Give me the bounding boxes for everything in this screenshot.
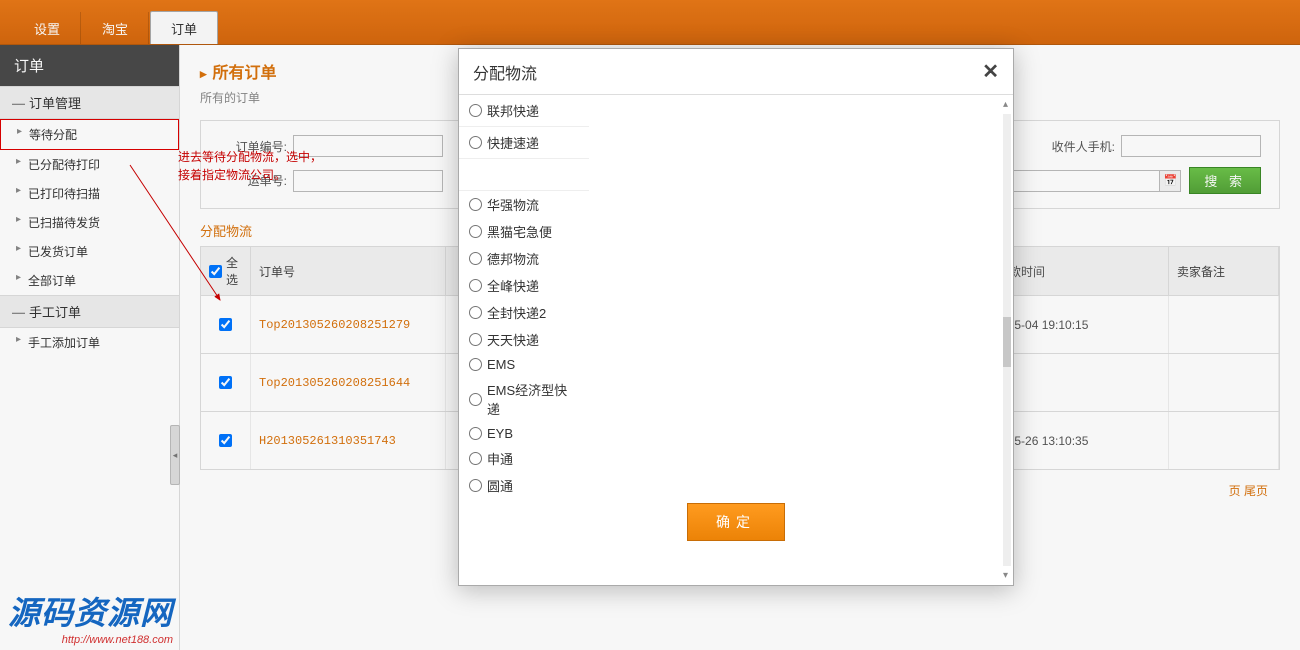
courier-option[interactable]: 天天快递 bbox=[459, 326, 589, 353]
courier-option[interactable]: EMS经济型快递 bbox=[459, 376, 589, 422]
courier-option[interactable]: 申通 bbox=[459, 445, 589, 472]
courier-option[interactable]: 全峰快递 bbox=[459, 272, 589, 299]
courier-option[interactable]: 快捷速递 bbox=[459, 127, 589, 159]
courier-radio[interactable] bbox=[469, 252, 482, 265]
watermark-title: 源码资源网 bbox=[8, 588, 173, 634]
courier-radio[interactable] bbox=[469, 358, 482, 371]
courier-option[interactable]: 黑猫宅急便 bbox=[459, 218, 589, 245]
courier-option-blank bbox=[459, 159, 589, 191]
modal-scrollbar[interactable]: ▴▾ bbox=[1003, 99, 1011, 581]
courier-radio[interactable] bbox=[469, 479, 482, 492]
courier-radio[interactable] bbox=[469, 198, 482, 211]
courier-radio[interactable] bbox=[469, 104, 482, 117]
courier-radio[interactable] bbox=[469, 136, 482, 149]
watermark-url: http://www.net188.com bbox=[8, 634, 173, 646]
courier-radio[interactable] bbox=[469, 393, 482, 406]
courier-option[interactable]: 全封快递2 bbox=[459, 299, 589, 326]
watermark: 源码资源网 http://www.net188.com bbox=[8, 588, 173, 646]
modal-title: 分配物流 bbox=[473, 60, 537, 84]
courier-option[interactable]: 圆通 bbox=[459, 472, 589, 499]
assign-logistics-modal: 分配物流 ✕ 联邦快递 快捷速递 华强物流 黑猫宅急便 德邦物流 全峰快递 全封… bbox=[458, 48, 1014, 586]
courier-option[interactable]: EMS bbox=[459, 353, 589, 376]
courier-option[interactable]: EYB bbox=[459, 422, 589, 445]
courier-radio[interactable] bbox=[469, 225, 482, 238]
courier-radio[interactable] bbox=[469, 452, 482, 465]
confirm-button[interactable]: 确定 bbox=[687, 503, 785, 541]
courier-option-list: 联邦快递 快捷速递 华强物流 黑猫宅急便 德邦物流 全峰快递 全封快递2 天天快… bbox=[459, 95, 589, 499]
courier-radio[interactable] bbox=[469, 306, 482, 319]
courier-radio[interactable] bbox=[469, 333, 482, 346]
close-icon[interactable]: ✕ bbox=[982, 59, 999, 84]
courier-radio[interactable] bbox=[469, 427, 482, 440]
courier-option[interactable]: 联邦快递 bbox=[459, 95, 589, 127]
courier-option[interactable]: 华强物流 bbox=[459, 191, 589, 218]
courier-option[interactable]: 德邦物流 bbox=[459, 245, 589, 272]
courier-radio[interactable] bbox=[469, 279, 482, 292]
